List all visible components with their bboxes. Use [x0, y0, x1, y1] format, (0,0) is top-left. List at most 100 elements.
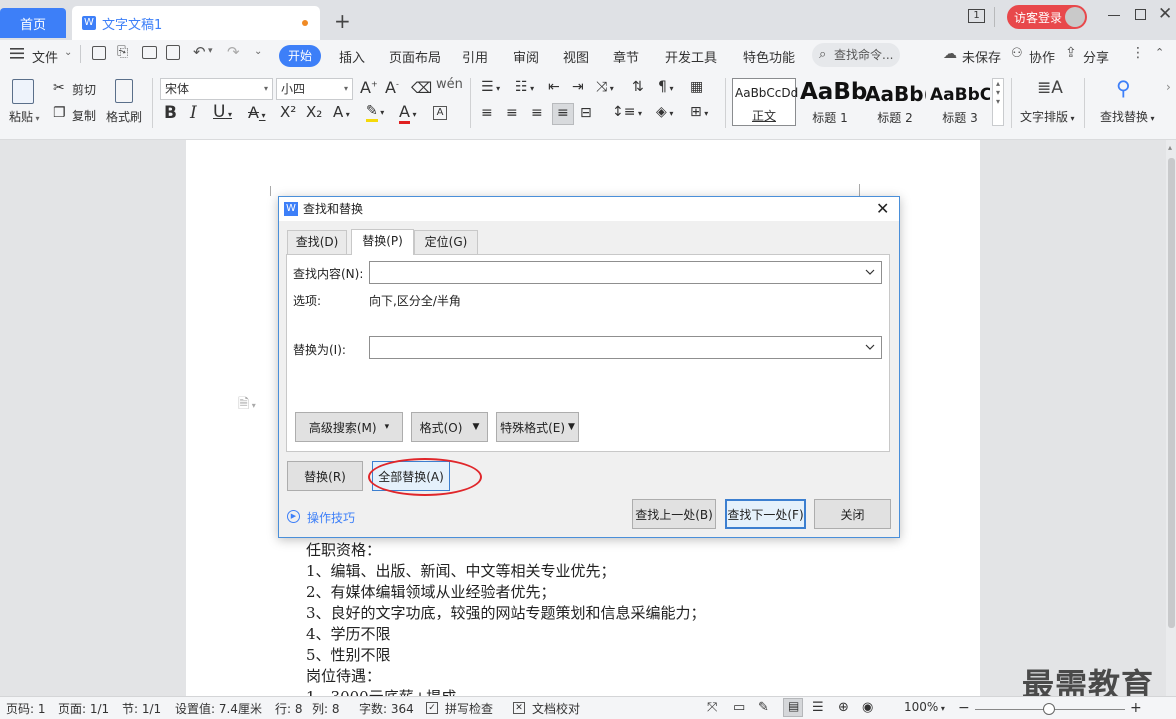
bold-icon[interactable]: B	[164, 103, 177, 123]
cut-button[interactable]: 剪切	[72, 81, 96, 98]
tab-insert[interactable]: 插入	[339, 47, 365, 66]
tab-references[interactable]: 引用	[462, 47, 488, 66]
clear-format-icon[interactable]: ⌫	[411, 79, 432, 97]
shading-icon[interactable]: ◈ ▾	[656, 104, 673, 120]
align-right-icon[interactable]: ≡	[531, 105, 543, 121]
command-search-input[interactable]: ⌕ 查找命令...	[812, 43, 900, 67]
file-menu[interactable]: 文件	[32, 47, 58, 66]
undo-dropdown-icon[interactable]: ▾	[208, 46, 213, 56]
advanced-search-button[interactable]: 高级搜索(M) ▾	[295, 412, 403, 442]
fullscreen-icon[interactable]: ⤧	[707, 700, 717, 715]
page-view-icon[interactable]: ▤	[783, 698, 803, 717]
format-painter-button[interactable]: 格式刷	[106, 108, 142, 125]
spellcheck-icon[interactable]: ✓	[426, 702, 438, 714]
minimize-icon[interactable]	[1108, 15, 1120, 16]
sort-icon[interactable]: ⇅	[632, 79, 644, 95]
tab-replace[interactable]: 替换(P)	[351, 229, 414, 255]
justify-icon[interactable]: ≡	[552, 103, 574, 125]
paste-button[interactable]: 粘贴 ▾	[9, 108, 40, 125]
page-counter-icon[interactable]: 1	[968, 9, 985, 23]
redo-icon[interactable]: ↷	[227, 43, 240, 61]
spellcheck-button[interactable]: 拼写检查	[445, 700, 493, 717]
font-size-select[interactable]: 小四 ▾	[276, 78, 353, 100]
print-icon[interactable]	[142, 46, 157, 59]
new-tab-plus-icon[interactable]: +	[334, 9, 351, 33]
styles-scroll[interactable]: ▴ ▾ ▾	[992, 78, 1004, 126]
tab-developer[interactable]: 开发工具	[665, 47, 717, 66]
doc-line[interactable]: 4、学历不限	[306, 623, 391, 644]
text-effect-icon[interactable]: A ▾	[333, 103, 350, 121]
tab-chapter[interactable]: 章节	[613, 47, 639, 66]
align-center-icon[interactable]: ≡	[506, 105, 518, 121]
zoom-slider-thumb[interactable]	[1043, 703, 1055, 715]
doc-line[interactable]: 1、3000元底薪+提成	[306, 686, 456, 696]
more-options-icon[interactable]: ⋮	[1131, 45, 1145, 61]
status-page-number[interactable]: 页码: 1	[6, 700, 46, 717]
paste-icon[interactable]	[12, 79, 34, 104]
doc-line[interactable]: 2、有媒体编辑领域从业经验者优先；	[306, 581, 556, 602]
tab-goto[interactable]: 定位(G)	[414, 230, 478, 254]
proofread-button[interactable]: 文档校对	[532, 700, 580, 717]
scroll-up-icon[interactable]: ▴	[1168, 143, 1172, 152]
status-row[interactable]: 行: 8	[275, 700, 303, 717]
play-tips-icon[interactable]: ▶	[287, 510, 300, 523]
ribbon-scroll-icon[interactable]: ›	[1166, 80, 1171, 94]
tab-find[interactable]: 查找(D)	[287, 230, 347, 254]
status-column[interactable]: 列: 8	[312, 700, 340, 717]
increase-font-icon[interactable]: A+	[360, 78, 378, 97]
quick-access-dropdown-icon[interactable]: ⌄	[254, 46, 262, 57]
outline-view-icon[interactable]: ☰	[812, 700, 824, 715]
tab-review[interactable]: 审阅	[513, 47, 539, 66]
edit-mode-icon[interactable]: ✎	[758, 700, 769, 715]
tips-link[interactable]: 操作技巧	[307, 509, 355, 526]
close-button[interactable]: 关闭	[814, 499, 891, 529]
table-icon[interactable]: ▦	[690, 79, 703, 95]
tab-home[interactable]: 开始	[279, 45, 321, 67]
home-tab[interactable]: 首页	[0, 8, 66, 38]
print-preview-icon[interactable]	[166, 45, 180, 60]
read-mode-icon[interactable]: ▭	[733, 700, 745, 715]
share-button[interactable]: 分享	[1083, 47, 1109, 66]
status-section[interactable]: 节: 1/1	[122, 700, 161, 717]
collaborate-button[interactable]: 协作	[1029, 47, 1055, 66]
font-color-icon[interactable]: A ▾	[399, 102, 417, 124]
copy-icon[interactable]: ❐	[53, 105, 66, 121]
increase-indent-icon[interactable]: ⇥	[572, 79, 584, 95]
underline-icon[interactable]: U ▾	[213, 102, 232, 122]
font-name-select[interactable]: 宋体 ▾	[160, 78, 273, 100]
copy-button[interactable]: 复制	[72, 107, 96, 124]
replace-button[interactable]: 替换(R)	[287, 461, 363, 491]
find-next-button[interactable]: 查找下一处(F)	[725, 499, 806, 529]
chevron-down-icon[interactable]: ⌄	[64, 47, 72, 58]
text-layout-icon[interactable]: ≣A	[1037, 78, 1063, 98]
web-view-icon[interactable]: ⊕	[838, 700, 849, 715]
find-previous-button[interactable]: 查找上一处(B)	[632, 499, 716, 529]
doc-line[interactable]: 岗位待遇：	[306, 665, 381, 686]
format-painter-icon[interactable]	[115, 79, 133, 103]
find-replace-icon[interactable]: ⚲	[1116, 76, 1131, 100]
char-border-icon[interactable]: A	[433, 106, 447, 120]
doc-line[interactable]: 5、性别不限	[306, 644, 391, 665]
save-icon[interactable]	[92, 46, 106, 60]
dialog-close-icon[interactable]: ✕	[876, 199, 889, 218]
doc-line[interactable]: 任职资格：	[306, 539, 381, 560]
line-spacing-icon[interactable]: ↕≡ ▾	[612, 104, 642, 120]
style-heading-2[interactable]: AaBb( 标题 2	[862, 78, 927, 126]
zoom-in-icon[interactable]: +	[1130, 700, 1142, 716]
find-input[interactable]	[369, 261, 882, 284]
align-left-icon[interactable]: ≡	[481, 105, 493, 121]
style-normal[interactable]: AaBbCcDd 正文	[732, 78, 798, 126]
zoom-out-icon[interactable]: −	[958, 700, 970, 716]
find-replace-button[interactable]: 查找替换 ▾	[1100, 108, 1155, 125]
guest-login-button[interactable]: 访客登录	[1007, 5, 1087, 29]
text-layout-button[interactable]: 文字排版 ▾	[1020, 108, 1075, 125]
decrease-indent-icon[interactable]: ⇤	[548, 79, 560, 95]
doc-line[interactable]: 3、良好的文字功底，较强的网站专题策划和信息采编能力；	[306, 602, 706, 623]
document-tab[interactable]: W 文字文稿1	[72, 6, 320, 40]
tab-page-layout[interactable]: 页面布局	[389, 47, 441, 66]
superscript-icon[interactable]: X²	[280, 103, 296, 121]
status-pages[interactable]: 页面: 1/1	[58, 700, 109, 717]
status-word-count[interactable]: 字数: 364	[359, 700, 414, 717]
distributed-icon[interactable]: ⊟	[580, 105, 592, 121]
unsaved-status[interactable]: 未保存	[962, 47, 1001, 66]
